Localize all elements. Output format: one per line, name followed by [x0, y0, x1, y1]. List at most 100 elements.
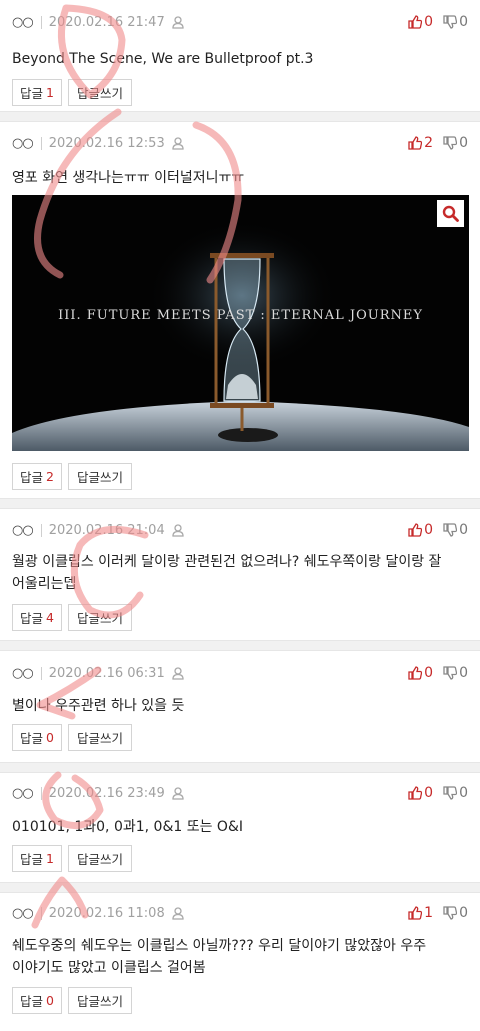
comment-meta: ○○ 2020.02.16 23:49	[12, 781, 184, 805]
comment-text: 월광 이클립스 이러케 달이랑 관련된건 없으려나? 쉐도우쪽이랑 달이랑 잘 …	[12, 554, 442, 592]
upvote-count: 2	[424, 135, 434, 151]
write-reply-button[interactable]: 답글쓰기	[68, 463, 132, 490]
user-icon[interactable]	[172, 136, 184, 150]
downvote-button[interactable]: 0	[443, 785, 468, 801]
thumbs-down-icon	[443, 906, 458, 920]
comment-meta: ○○ 2020.02.16 21:04	[12, 518, 184, 542]
reply-count: 1	[46, 851, 54, 866]
reply-count-button[interactable]: 답글 4	[12, 604, 62, 631]
search-icon	[442, 205, 459, 222]
reply-label: 답글	[20, 611, 44, 626]
attached-image[interactable]: III. FUTURE MEETS PAST : ETERNAL JOURNEY	[12, 195, 469, 451]
comment-text: 010101, 1과0, 0과1, 0&1 또는 O&I	[12, 819, 243, 835]
reply-count: 2	[46, 469, 54, 484]
divider	[40, 906, 42, 920]
comment-text: Beyond The Scene, We are Bulletproof pt.…	[12, 51, 314, 67]
hourglass-photo	[12, 195, 469, 451]
user-icon[interactable]	[172, 523, 184, 537]
reply-label: 답글	[20, 470, 44, 485]
author-nickname[interactable]: ○○	[12, 906, 34, 921]
user-icon[interactable]	[172, 786, 184, 800]
image-caption: III. FUTURE MEETS PAST : ETERNAL JOURNEY	[58, 308, 423, 323]
write-reply-button[interactable]: 답글쓰기	[68, 79, 132, 106]
divider	[40, 666, 42, 680]
reply-count: 0	[46, 730, 54, 745]
downvote-button[interactable]: 0	[443, 665, 468, 681]
reply-count: 1	[46, 85, 54, 100]
upvote-button[interactable]: 0	[408, 14, 433, 30]
write-reply-button[interactable]: 답글쓰기	[68, 987, 132, 1014]
author-nickname[interactable]: ○○	[12, 666, 34, 681]
reply-label: 답글	[20, 994, 44, 1009]
upvote-count: 0	[424, 665, 434, 681]
author-nickname[interactable]: ○○	[12, 15, 34, 30]
downvote-button[interactable]: 0	[443, 14, 468, 30]
thumbs-up-icon	[408, 786, 423, 800]
reply-count: 4	[46, 610, 54, 625]
thumbs-up-icon	[408, 15, 423, 29]
downvote-count: 0	[459, 135, 468, 151]
upvote-count: 0	[424, 14, 434, 30]
reply-count-button[interactable]: 답글 1	[12, 79, 62, 106]
write-reply-button[interactable]: 답글쓰기	[68, 845, 132, 872]
comment-item: ○○ 2020.02.16 23:49 0 0 010101, 1과0, 0과1…	[0, 781, 480, 881]
comment-date: 2020.02.16 23:49	[48, 785, 165, 801]
vote-group: 0 0	[398, 10, 468, 34]
comment-item: ○○ 2020.02.16 06:31 0 0 별이나 우주관련 하나 있을 듯…	[0, 661, 480, 761]
downvote-button[interactable]: 0	[443, 135, 468, 151]
reply-count-button[interactable]: 답글 2	[12, 463, 62, 490]
author-nickname[interactable]: ○○	[12, 136, 34, 151]
thumbs-down-icon	[443, 15, 458, 29]
thumbs-down-icon	[443, 523, 458, 537]
thumbs-up-icon	[408, 666, 423, 680]
upvote-count: 0	[424, 785, 434, 801]
reply-count: 0	[46, 993, 54, 1008]
divider	[40, 523, 42, 537]
vote-group: 1 0	[398, 901, 468, 925]
comment-date: 2020.02.16 21:47	[48, 14, 165, 30]
reply-count-button[interactable]: 답글 1	[12, 845, 62, 872]
vote-group: 0 0	[398, 518, 468, 542]
upvote-button[interactable]: 0	[408, 785, 433, 801]
divider	[40, 136, 42, 150]
thumbs-up-icon	[408, 136, 423, 150]
thumbs-down-icon	[443, 786, 458, 800]
comment-date: 2020.02.16 12:53	[48, 135, 165, 151]
upvote-button[interactable]: 1	[408, 905, 433, 921]
reply-count-button[interactable]: 답글 0	[12, 987, 62, 1014]
comment-item: ○○ 2020.02.16 12:53 2 0 영포 화연 생각나는ㅠㅠ 이터널…	[0, 131, 480, 497]
author-nickname[interactable]: ○○	[12, 786, 34, 801]
thumbs-up-icon	[408, 523, 423, 537]
author-nickname[interactable]: ○○	[12, 523, 34, 538]
user-icon[interactable]	[172, 906, 184, 920]
comment-meta: ○○ 2020.02.16 06:31	[12, 661, 184, 685]
upvote-count: 0	[424, 522, 434, 538]
upvote-button[interactable]: 2	[408, 135, 433, 151]
thumbs-up-icon	[408, 906, 423, 920]
vote-group: 2 0	[398, 131, 468, 155]
downvote-button[interactable]: 0	[443, 522, 468, 538]
comment-item: ○○ 2020.02.16 11:08 1 0 쉐도우중의 쉐도우는 이클립스 …	[0, 901, 480, 1031]
downvote-button[interactable]: 0	[443, 905, 468, 921]
write-reply-button[interactable]: 답글쓰기	[68, 724, 132, 751]
comment-item: ○○ 2020.02.16 21:47 0 0 Beyond The Scene…	[0, 10, 480, 110]
vote-group: 0 0	[398, 661, 468, 685]
downvote-count: 0	[459, 905, 468, 921]
divider	[40, 786, 42, 800]
reply-label: 답글	[20, 731, 44, 746]
comment-date: 2020.02.16 11:08	[48, 905, 165, 921]
user-icon[interactable]	[172, 15, 184, 29]
divider	[40, 15, 42, 29]
comment-meta: ○○ 2020.02.16 12:53	[12, 131, 184, 155]
reply-count-button[interactable]: 답글 0	[12, 724, 62, 751]
upvote-button[interactable]: 0	[408, 665, 433, 681]
vote-group: 0 0	[398, 781, 468, 805]
comment-date: 2020.02.16 06:31	[48, 665, 165, 681]
write-reply-button[interactable]: 답글쓰기	[68, 604, 132, 631]
downvote-count: 0	[459, 785, 468, 801]
comment-text: 별이나 우주관련 하나 있을 듯	[12, 698, 185, 714]
reply-label: 답글	[20, 86, 44, 101]
upvote-button[interactable]: 0	[408, 522, 433, 538]
user-icon[interactable]	[172, 666, 184, 680]
zoom-button[interactable]	[437, 200, 464, 227]
